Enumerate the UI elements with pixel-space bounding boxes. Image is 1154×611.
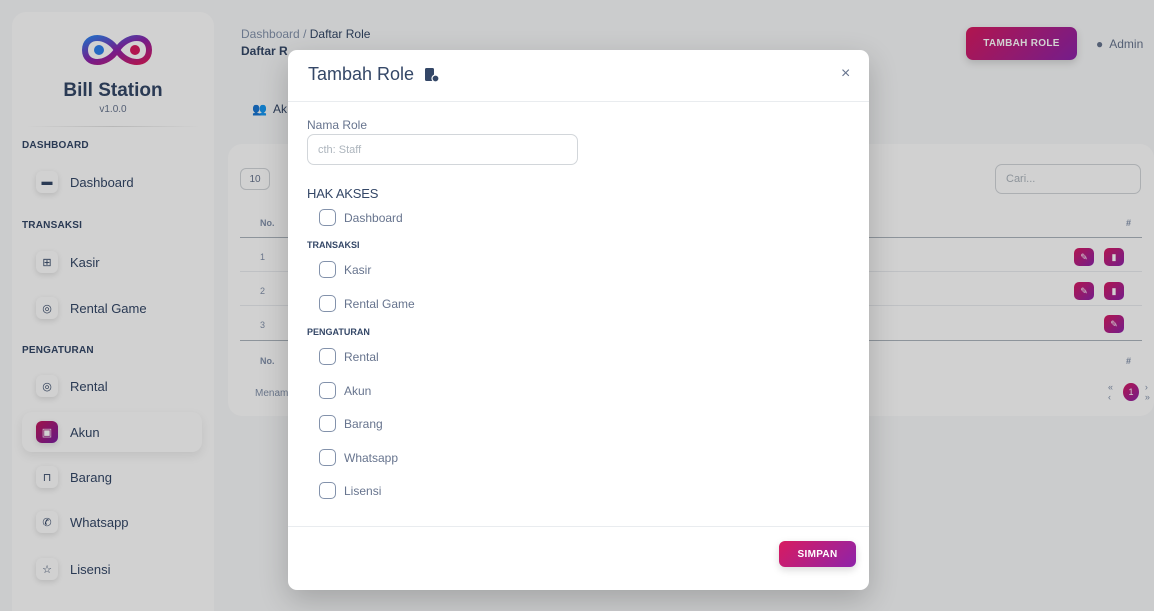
permission-rental-game[interactable]: Rental Game — [319, 295, 415, 312]
role-name-label: Nama Role — [307, 118, 368, 132]
permission-label: Whatsapp — [344, 450, 399, 465]
checkbox[interactable] — [319, 209, 336, 226]
add-role-modal: Tambah Role × Nama Role HAK AKSES Dashbo… — [288, 50, 869, 590]
modal-title: Tambah Role — [308, 64, 415, 84]
modal-header-divider — [288, 101, 869, 102]
modal-footer-divider — [288, 526, 869, 527]
permission-label: Lisensi — [344, 483, 382, 498]
modal-header: Tambah Role — [308, 64, 440, 85]
permission-lisensi[interactable]: Lisensi — [319, 482, 381, 499]
permission-label: Barang — [344, 416, 383, 431]
checkbox[interactable] — [319, 482, 336, 499]
permission-rental[interactable]: Rental — [319, 348, 379, 365]
permission-label: Kasir — [344, 262, 372, 277]
access-section-title: HAK AKSES — [307, 186, 379, 201]
checkbox[interactable] — [319, 382, 336, 399]
user-tag-icon — [425, 67, 440, 83]
permission-kasir[interactable]: Kasir — [319, 261, 371, 278]
permission-label: Dashboard — [344, 210, 403, 225]
permission-whatsapp[interactable]: Whatsapp — [319, 449, 398, 466]
permission-label: Rental — [344, 349, 379, 364]
permission-akun[interactable]: Akun — [319, 382, 371, 399]
checkbox[interactable] — [319, 348, 336, 365]
checkbox[interactable] — [319, 415, 336, 432]
checkbox[interactable] — [319, 261, 336, 278]
permission-label: Rental Game — [344, 296, 415, 311]
checkbox[interactable] — [319, 295, 336, 312]
permission-barang[interactable]: Barang — [319, 415, 383, 432]
permission-dashboard[interactable]: Dashboard — [319, 209, 403, 226]
close-button[interactable]: × — [841, 65, 850, 83]
group-transaksi: TRANSAKSI — [307, 240, 360, 250]
permission-label: Akun — [344, 383, 372, 398]
group-pengaturan: PENGATURAN — [307, 327, 370, 337]
checkbox[interactable] — [319, 449, 336, 466]
save-button[interactable]: SIMPAN — [779, 541, 856, 567]
role-name-input[interactable] — [307, 134, 578, 165]
